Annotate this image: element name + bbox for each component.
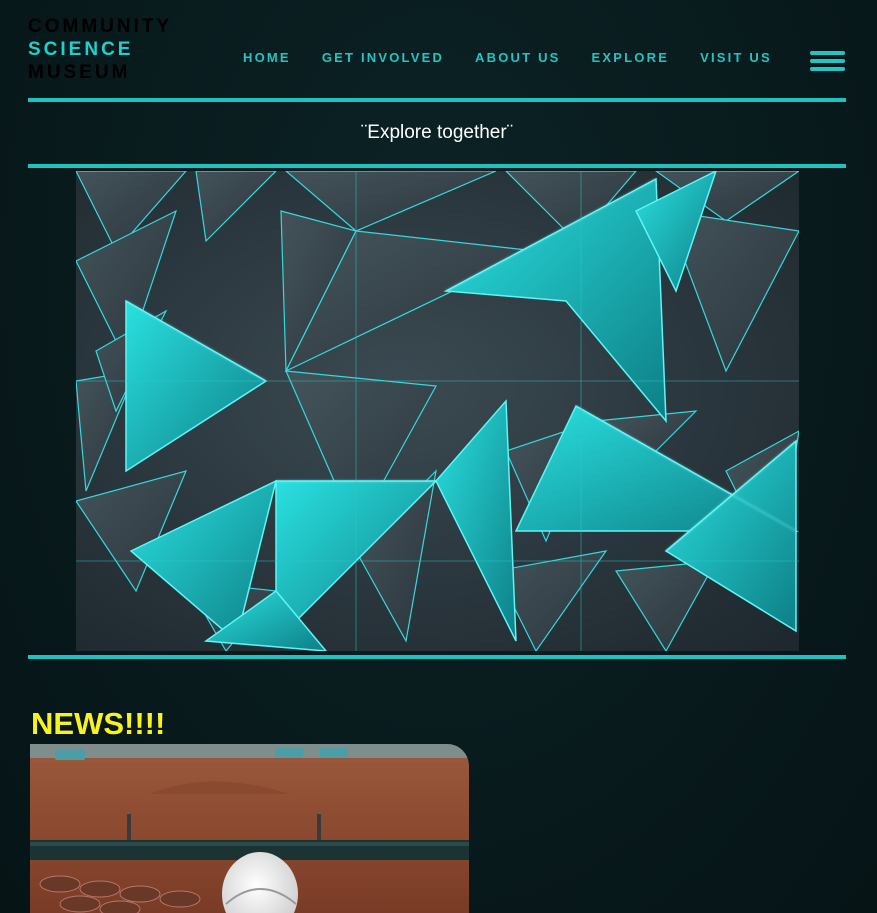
hero-divider [28, 655, 846, 659]
news-image[interactable] [30, 744, 469, 913]
hero-image [76, 171, 799, 651]
news-title: NEWS!!!! [31, 706, 166, 741]
site-logo[interactable]: COMMUNITY SCIENCE MUSEUM [28, 15, 172, 84]
nav-visit-us[interactable]: VISIT US [700, 50, 772, 65]
logo-line-3: MUSEUM [28, 62, 131, 83]
tagline: ¨Explore together¨ [360, 122, 514, 143]
logo-line-2: SCIENCE [28, 39, 134, 60]
header-divider [28, 98, 846, 102]
logo-line-1: COMMUNITY [28, 16, 173, 37]
main-nav: HOME GET INVOLVED ABOUT US EXPLORE VISIT… [243, 50, 772, 65]
nav-home[interactable]: HOME [243, 50, 291, 65]
nav-about-us[interactable]: ABOUT US [475, 50, 561, 65]
nav-explore[interactable]: EXPLORE [592, 50, 670, 65]
hamburger-menu-icon[interactable] [810, 51, 845, 73]
nav-get-involved[interactable]: GET INVOLVED [322, 50, 444, 65]
tagline-divider [28, 164, 846, 168]
